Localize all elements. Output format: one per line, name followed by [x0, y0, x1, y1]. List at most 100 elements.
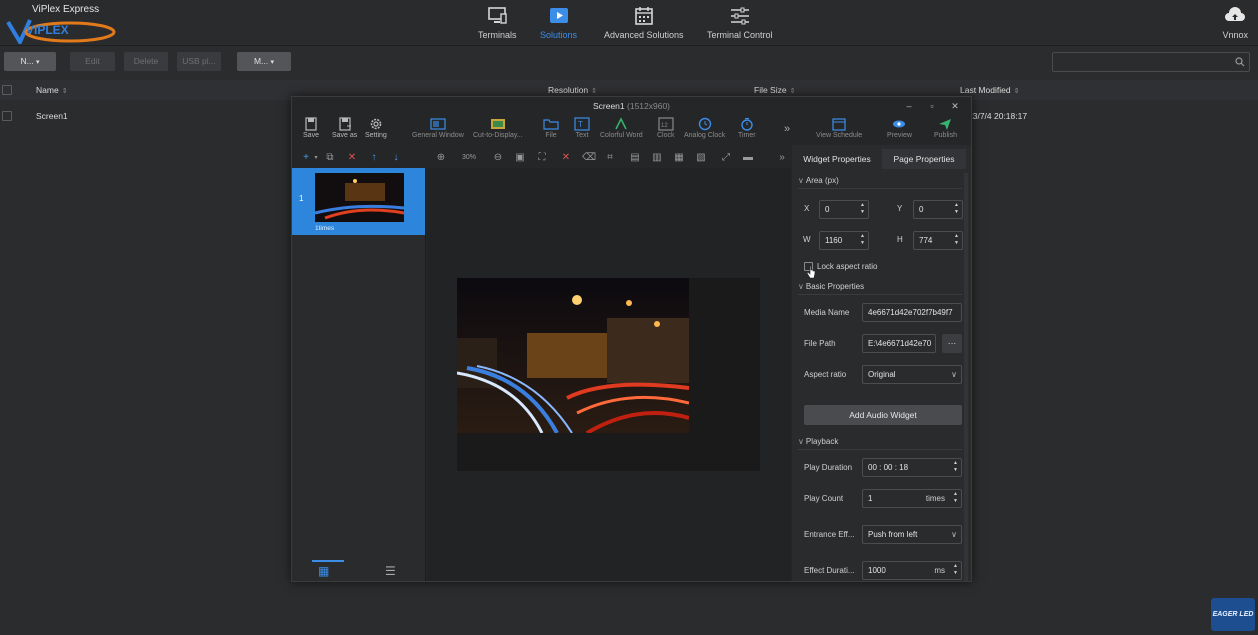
basic-section-header[interactable]: ∨ Basic Properties [798, 282, 864, 291]
effect-duration-label: Effect Durati... [804, 566, 855, 575]
select-all-checkbox[interactable] [2, 85, 12, 95]
maximize-widget-icon[interactable]: ⤢ [720, 152, 732, 164]
spin-arrows-icon[interactable]: ▲ ▼ [859, 202, 866, 216]
bring-front-icon[interactable]: ▤ [629, 152, 641, 164]
copy-page-icon[interactable]: ⧉ [324, 152, 336, 164]
media-name-label: Media Name [804, 308, 850, 317]
spin-arrows-icon[interactable]: ▲ ▼ [952, 460, 959, 474]
play-count-field[interactable]: 1 times ▲ ▼ [862, 489, 962, 508]
ribbon-more-icon[interactable]: » [784, 123, 790, 135]
send-backward-icon[interactable]: ▦ [673, 152, 685, 164]
clear-icon[interactable]: ⌫ [582, 152, 596, 164]
x-field[interactable]: 0 ▲ ▼ [819, 200, 869, 219]
maximize-icon[interactable]: ▫ [926, 100, 938, 112]
properties-scrollbar[interactable] [964, 173, 968, 581]
ribbon-analog-clock-label: Analog Clock [684, 132, 726, 139]
grid-view-icon[interactable]: ▦ [318, 564, 332, 578]
spin-arrows-icon[interactable]: ▲ ▼ [859, 233, 866, 247]
edit-button[interactable]: Edit [70, 52, 115, 71]
ribbon-save[interactable]: Save [303, 117, 319, 139]
spin-arrows-icon[interactable]: ▲ ▼ [953, 233, 960, 247]
ribbon-text[interactable]: T Text [574, 117, 590, 139]
bring-forward-icon[interactable]: ▥ [651, 152, 663, 164]
media-name-field[interactable]: 4e6671d42e702f7b49f7 [862, 303, 962, 322]
page-number: 1 [299, 194, 304, 203]
y-field[interactable]: 0 ▲ ▼ [913, 200, 963, 219]
nav-terminals[interactable]: Terminals [478, 6, 517, 40]
tab-page-properties[interactable]: Page Properties [882, 149, 966, 169]
usb-playback-button[interactable]: USB pl... [177, 52, 221, 71]
crop-icon[interactable]: ⌗ [604, 152, 616, 164]
ribbon-general-window[interactable]: General Window [412, 117, 464, 139]
add-audio-widget-button[interactable]: Add Audio Widget [804, 405, 962, 425]
ribbon-publish[interactable]: Publish [934, 117, 957, 139]
h-field[interactable]: 774 ▲ ▼ [913, 231, 963, 250]
spin-arrows-icon[interactable]: ▲ ▼ [952, 491, 959, 505]
ribbon-view-schedule[interactable]: View Schedule [816, 117, 862, 139]
more-button[interactable]: M... ▾ [237, 52, 291, 71]
ribbon-file[interactable]: File [543, 117, 559, 139]
nav-solutions[interactable]: Solutions [540, 6, 577, 40]
fit-icon[interactable]: ▣ [514, 152, 526, 164]
aspect-ratio-select[interactable]: Original ∨ [862, 365, 962, 384]
effect-duration-field[interactable]: 1000 ms ▲ ▼ [862, 561, 962, 580]
ribbon-setting[interactable]: Setting [365, 117, 387, 139]
user-label: Vnnox [1222, 30, 1248, 40]
play-count-label: Play Count [804, 494, 844, 503]
entrance-effect-select[interactable]: Push from left ∨ [862, 525, 962, 544]
entrance-effect-value: Push from left [868, 530, 918, 539]
ribbon-save-as[interactable]: Save as [332, 117, 357, 139]
col-last-modified[interactable]: Last Modified ⇕ [960, 85, 1019, 95]
w-field[interactable]: 1160 ▲ ▼ [819, 231, 869, 250]
new-button[interactable]: N... ▾ [4, 52, 56, 71]
effect-duration-unit: ms [934, 566, 945, 575]
row-checkbox[interactable] [2, 111, 12, 121]
playback-section-header[interactable]: ∨ Playback [798, 437, 838, 446]
minimize-icon[interactable]: – [903, 100, 915, 112]
ribbon-analog-clock[interactable]: Analog Clock [684, 117, 725, 139]
ribbon-publish-label: Publish [934, 132, 957, 139]
nav-advanced-solutions[interactable]: Advanced Solutions [604, 6, 684, 40]
delete-button[interactable]: Delete [124, 52, 168, 71]
list-view-icon[interactable]: ☰ [385, 564, 399, 578]
clock-icon: 12 [658, 117, 674, 131]
editor-canvas[interactable] [427, 168, 791, 581]
align-icon[interactable]: ▬ [742, 152, 754, 164]
more-tools-icon[interactable]: » [776, 152, 788, 164]
col-file-size[interactable]: File Size ⇕ [754, 85, 795, 95]
ribbon-timer[interactable]: Timer [738, 117, 756, 139]
play-duration-field[interactable]: 00 : 00 : 18 ▲ ▼ [862, 458, 962, 477]
ribbon-cut-to-display[interactable]: Cut-to-Display... [473, 117, 523, 139]
ribbon-colorful-word[interactable]: Colorful Word [600, 117, 643, 139]
col-resolution[interactable]: Resolution ⇕ [548, 85, 597, 95]
tab-widget-properties[interactable]: Widget Properties [792, 149, 882, 169]
send-back-icon[interactable]: ▧ [695, 152, 707, 164]
close-icon[interactable]: ✕ [949, 100, 961, 112]
zoom-out-icon[interactable]: ⊖ [492, 152, 504, 164]
file-path-field[interactable]: E:\4e6671d42e70 [862, 334, 936, 353]
browse-file-button[interactable]: ··· [942, 334, 962, 353]
delete-widget-icon[interactable]: ✕ [560, 152, 572, 164]
ribbon-clock[interactable]: 12 Clock [657, 117, 675, 139]
svg-text:T: T [578, 120, 583, 129]
user-account[interactable]: Vnnox [1222, 6, 1248, 40]
app-logo: ViPlex Express VIPLEX [6, 4, 124, 44]
spin-arrows-icon[interactable]: ▲ ▼ [952, 563, 959, 577]
zoom-in-icon[interactable]: ⊕ [435, 152, 447, 164]
move-up-icon[interactable]: ↑ [368, 152, 380, 164]
spin-arrows-icon[interactable]: ▲ ▼ [953, 202, 960, 216]
ribbon-preview[interactable]: Preview [887, 117, 912, 139]
y-label: Y [897, 204, 903, 213]
search-input[interactable] [1052, 52, 1250, 72]
area-section-header[interactable]: ∨ Area (px) [798, 176, 839, 185]
page-thumbnail[interactable]: 1 1times [292, 168, 425, 235]
fullscreen-icon[interactable]: ⛶ [536, 152, 548, 164]
screen-stage[interactable] [457, 278, 760, 471]
chevron-down-icon[interactable]: ▾ [310, 152, 322, 164]
media-widget-image[interactable] [457, 278, 689, 433]
sliders-icon [730, 7, 749, 25]
col-name[interactable]: Name ⇕ [36, 85, 68, 95]
delete-page-icon[interactable]: ✕ [346, 152, 358, 164]
nav-terminal-control[interactable]: Terminal Control [707, 6, 773, 40]
move-down-icon[interactable]: ↓ [390, 152, 402, 164]
